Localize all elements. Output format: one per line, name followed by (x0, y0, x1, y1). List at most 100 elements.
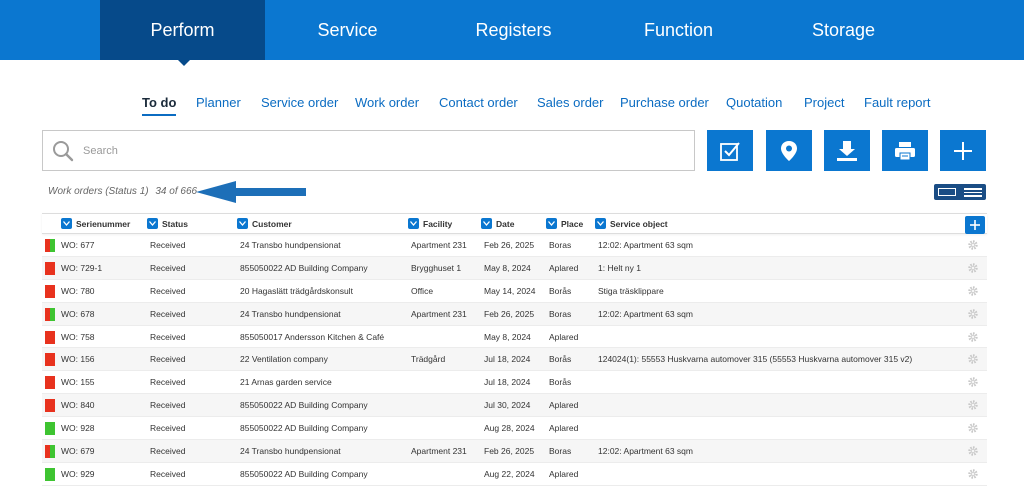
serial-cell: WO: 780 (61, 285, 95, 296)
status-cell: Received (150, 423, 186, 434)
gear-icon[interactable] (967, 353, 979, 365)
status-cell: Received (150, 468, 186, 479)
table-row[interactable]: WO: 155 Received 21 Arnas garden service Ju… (42, 371, 987, 395)
table-header: Serienummer Status Customer Facility Dat… (42, 213, 987, 234)
status-label: Work orders (Status 1) (48, 186, 149, 197)
search-input[interactable] (83, 139, 683, 163)
customer-cell: 24 Transbo hundpensionat (240, 446, 341, 457)
view-toggle[interactable] (934, 184, 986, 200)
subnav-planner[interactable]: Planner (196, 95, 241, 110)
status-indicator (45, 445, 55, 459)
gear-icon[interactable] (967, 445, 979, 457)
gear-icon[interactable] (967, 285, 979, 297)
service-object-cell: 1: Helt ny 1 (598, 262, 641, 273)
subnav-to-do[interactable]: To do (142, 95, 177, 116)
plus-icon (954, 141, 972, 160)
printer-icon (895, 141, 915, 160)
add-button[interactable] (940, 130, 986, 171)
tab-storage[interactable]: Storage (761, 0, 926, 60)
table-row[interactable]: WO: 929 Received 855050022 AD Building Com… (42, 463, 987, 486)
date-cell: May 8, 2024 (484, 331, 531, 342)
location-button[interactable] (766, 130, 812, 171)
table-row[interactable]: WO: 780 Received 20 Hagaslätt trädgårdskon… (42, 280, 987, 303)
status-cell: Received (150, 331, 186, 342)
date-cell: May 8, 2024 (484, 262, 531, 273)
column-serienummer[interactable]: Serienummer (61, 218, 130, 229)
status-cell: Received (150, 446, 186, 457)
column-customer[interactable]: Customer (237, 218, 292, 229)
search-box (42, 130, 695, 171)
chevron-down-icon[interactable] (61, 218, 72, 229)
checklist-button[interactable] (707, 130, 753, 171)
column-facility[interactable]: Facility (408, 218, 452, 229)
serial-cell: WO: 679 (61, 446, 95, 457)
customer-cell: 21 Arnas garden service (240, 377, 332, 388)
subnav-sales-order[interactable]: Sales order (537, 95, 603, 110)
date-cell: Feb 26, 2025 (484, 446, 535, 457)
status-indicator (45, 284, 55, 298)
chevron-down-icon[interactable] (546, 218, 557, 229)
place-cell: Borås (549, 354, 572, 365)
service-object-cell: 124024(1): 55553 Huskvarna automover 315… (598, 354, 913, 365)
gear-icon[interactable] (967, 308, 979, 320)
gear-icon[interactable] (967, 468, 979, 480)
serial-cell: WO: 677 (61, 240, 95, 250)
add-column-button[interactable] (965, 216, 985, 234)
subnav-purchase-order[interactable]: Purchase order (620, 95, 709, 110)
status-indicator (45, 307, 55, 321)
table-row[interactable]: WO: 679 Received 24 Transbo hundpensionat A… (42, 440, 987, 463)
search-icon (53, 141, 74, 162)
table-row[interactable]: WO: 678 Received 24 Transbo hundpensionat A… (42, 302, 987, 326)
table-row[interactable]: WO: 677 Received 24 Transbo hundpensionat A… (42, 234, 987, 257)
annotation-arrow-icon (196, 181, 306, 203)
gear-icon[interactable] (967, 399, 979, 411)
tab-registers[interactable]: Registers (431, 0, 596, 60)
chevron-down-icon[interactable] (147, 218, 158, 229)
column-place[interactable]: Place (546, 218, 583, 229)
service-object-cell: Stiga träsklippare (598, 285, 664, 296)
place-cell: Borås (549, 377, 572, 388)
subnav-work-order[interactable]: Work order (355, 95, 419, 110)
status-cell: Received (150, 308, 186, 319)
table-row[interactable]: WO: 758 Received 855050017 Andersson Kitch… (42, 326, 987, 349)
column-status[interactable]: Status (147, 218, 188, 229)
tab-perform[interactable]: Perform (100, 0, 265, 60)
list-view-icon[interactable] (964, 187, 982, 197)
status-cell: Received (150, 354, 186, 365)
date-cell: Jul 30, 2024 (484, 400, 531, 411)
status-cell: Received (150, 400, 186, 411)
card-view-icon[interactable] (938, 188, 956, 196)
table-row[interactable]: WO: 729-1 Received 855050022 AD Building C… (42, 256, 987, 280)
column-date[interactable]: Date (481, 218, 514, 229)
subnav-project[interactable]: Project (804, 95, 844, 110)
chevron-down-icon[interactable] (408, 218, 419, 229)
status-indicator (45, 239, 55, 252)
tab-service[interactable]: Service (265, 0, 430, 60)
print-button[interactable] (882, 130, 928, 171)
chevron-down-icon[interactable] (595, 218, 606, 229)
gear-icon[interactable] (967, 331, 979, 343)
subnav-quotation[interactable]: Quotation (726, 95, 782, 110)
table-row[interactable]: WO: 156 Received 22 Ventilation company Trä… (42, 348, 987, 372)
date-cell: Jul 18, 2024 (484, 354, 531, 365)
serial-cell: WO: 156 (61, 354, 95, 365)
serial-cell: WO: 729-1 (61, 262, 103, 273)
gear-icon[interactable] (967, 422, 979, 434)
chevron-down-icon[interactable] (237, 218, 248, 229)
download-button[interactable] (824, 130, 870, 171)
subnav-service-order[interactable]: Service order (261, 95, 338, 110)
gear-icon[interactable] (967, 239, 979, 251)
table-row[interactable]: WO: 928 Received 855050022 AD Building Com… (42, 417, 987, 441)
table-row[interactable]: WO: 840 Received 855050022 AD Building Com… (42, 394, 987, 418)
facility-cell: Apartment 231 (411, 240, 467, 250)
gear-icon[interactable] (967, 376, 979, 388)
chevron-down-icon[interactable] (481, 218, 492, 229)
place-cell: Boras (549, 308, 572, 319)
column-service-object[interactable]: Service object (595, 218, 668, 229)
status-indicator (45, 422, 55, 436)
tab-function[interactable]: Function (596, 0, 761, 60)
subnav-contact-order[interactable]: Contact order (439, 95, 518, 110)
subnav-fault-report[interactable]: Fault report (864, 95, 930, 110)
checklist-icon (720, 141, 740, 161)
gear-icon[interactable] (967, 262, 979, 274)
